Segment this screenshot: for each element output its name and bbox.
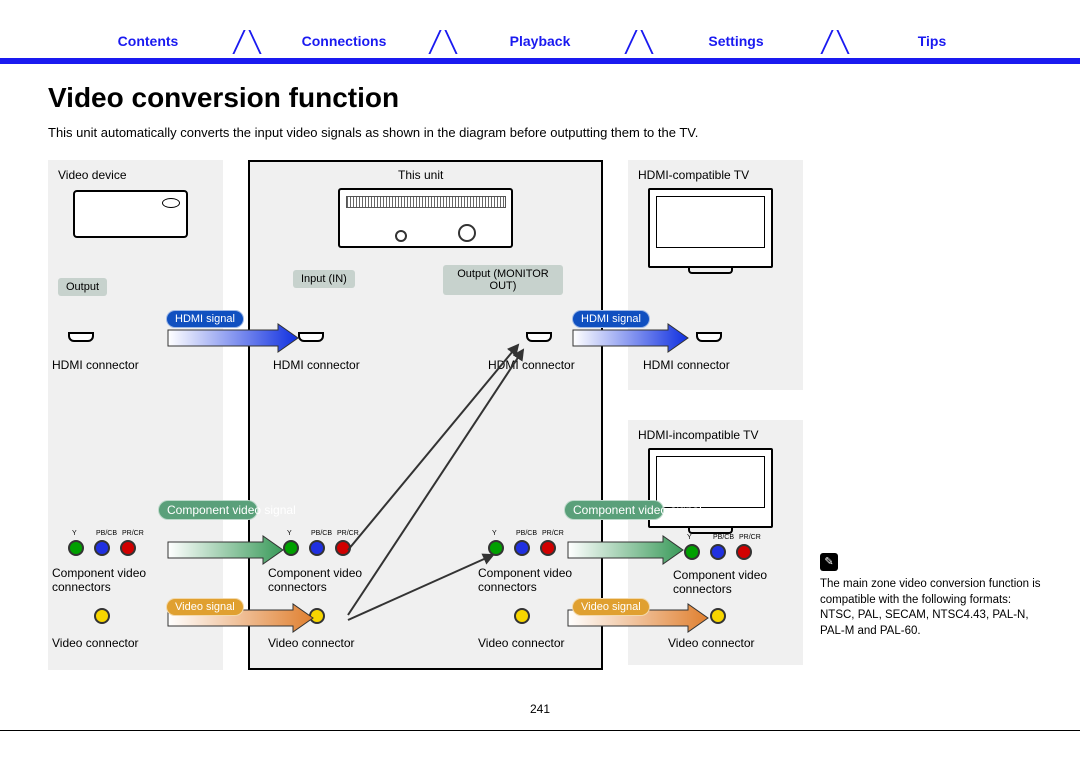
component-pr-label: PR/CR: [542, 530, 564, 537]
component-pb-label: PB/CB: [713, 534, 734, 541]
tab-divider: [236, 30, 256, 56]
component-pb-label: PB/CB: [96, 530, 117, 537]
component-y-jack: [488, 540, 504, 556]
label-video-connector: Video connector: [268, 636, 398, 650]
component-y-label: Y: [687, 534, 692, 541]
intro-text: This unit automatically converts the inp…: [48, 125, 698, 140]
tv-stand: [688, 268, 733, 274]
component-pr-jack: [540, 540, 556, 556]
pill-component-signal: Component video signal: [564, 500, 664, 520]
label-component-connectors: Component video connectors: [268, 566, 398, 594]
label-component-connectors: Component video connectors: [478, 566, 608, 594]
tab-divider: [432, 30, 452, 56]
label-component-connectors: Component video connectors: [52, 566, 182, 594]
label-hdmi-tv: HDMI-compatible TV: [638, 168, 749, 182]
label-this-unit: This unit: [398, 168, 443, 182]
tab-playback[interactable]: Playback: [452, 30, 628, 56]
component-pb-jack: [94, 540, 110, 556]
note-icon: ✎: [820, 553, 838, 571]
hdmi-port-icon: [298, 332, 324, 342]
component-pr-label: PR/CR: [337, 530, 359, 537]
label-video-connector: Video connector: [478, 636, 608, 650]
label-output-monitor-tag: Output (MONITOR OUT): [443, 265, 563, 295]
page-title: Video conversion function: [48, 82, 399, 114]
note-text: The main zone video conversion function …: [820, 577, 1045, 639]
label-hdmi-connector: HDMI connector: [273, 358, 393, 372]
pill-video-signal: Video signal: [572, 598, 650, 616]
pill-hdmi-signal: HDMI signal: [572, 310, 650, 328]
tab-connections[interactable]: Connections: [256, 30, 432, 56]
device-video: [73, 190, 188, 238]
video-jack: [710, 608, 726, 624]
tab-label: Contents: [118, 33, 179, 49]
component-pr-jack: [120, 540, 136, 556]
tab-contents[interactable]: Contents: [60, 30, 236, 56]
footer-line: [0, 730, 1080, 731]
component-pr-jack: [335, 540, 351, 556]
label-component-connectors: Component video connectors: [673, 568, 803, 596]
video-jack: [514, 608, 530, 624]
page-number: 241: [0, 702, 1080, 716]
tab-label: Playback: [510, 33, 571, 49]
label-hdmi-connector: HDMI connector: [488, 358, 608, 372]
label-input-tag: Input (IN): [293, 270, 355, 288]
label-video-device: Video device: [58, 168, 127, 182]
label-output-tag: Output: [58, 278, 107, 296]
component-pb-jack: [309, 540, 325, 556]
component-y-label: Y: [492, 530, 497, 537]
label-hdmi-connector: HDMI connector: [52, 358, 162, 372]
component-y-jack: [68, 540, 84, 556]
component-pr-jack: [736, 544, 752, 560]
component-pb-label: PB/CB: [311, 530, 332, 537]
pill-hdmi-signal: HDMI signal: [166, 310, 244, 328]
label-video-connector: Video connector: [52, 636, 182, 650]
note-area: ✎ The main zone video conversion functio…: [820, 553, 1045, 639]
diagram: Video device Output HDMI connector Y PB/…: [48, 160, 808, 680]
label-video-connector: Video connector: [668, 636, 798, 650]
tab-divider: [628, 30, 648, 56]
component-y-jack: [283, 540, 299, 556]
tab-label: Settings: [708, 33, 763, 49]
component-y-label: Y: [72, 530, 77, 537]
hdmi-port-icon: [696, 332, 722, 342]
hdmi-port-icon: [68, 332, 94, 342]
tab-tips[interactable]: Tips: [844, 30, 1020, 56]
component-y-label: Y: [287, 530, 292, 537]
component-pb-label: PB/CB: [516, 530, 537, 537]
label-incompatible-tv: HDMI-incompatible TV: [638, 428, 758, 442]
tab-label: Tips: [918, 33, 947, 49]
component-pr-label: PR/CR: [739, 534, 761, 541]
nav-tabs: Contents Connections Playback Settings T…: [60, 30, 1020, 56]
device-tv1: [648, 188, 773, 268]
label-hdmi-connector: HDMI connector: [643, 358, 763, 372]
pill-component-signal: Component video signal: [158, 500, 258, 520]
tab-divider: [824, 30, 844, 56]
component-pb-jack: [710, 544, 726, 560]
component-y-jack: [684, 544, 700, 560]
header-stripe: [0, 58, 1080, 64]
component-pb-jack: [514, 540, 530, 556]
hdmi-port-icon: [526, 332, 552, 342]
pill-video-signal: Video signal: [166, 598, 244, 616]
video-jack: [309, 608, 325, 624]
video-jack: [94, 608, 110, 624]
device-receiver: [338, 188, 513, 248]
tab-settings[interactable]: Settings: [648, 30, 824, 56]
component-pr-label: PR/CR: [122, 530, 144, 537]
tab-label: Connections: [302, 33, 387, 49]
